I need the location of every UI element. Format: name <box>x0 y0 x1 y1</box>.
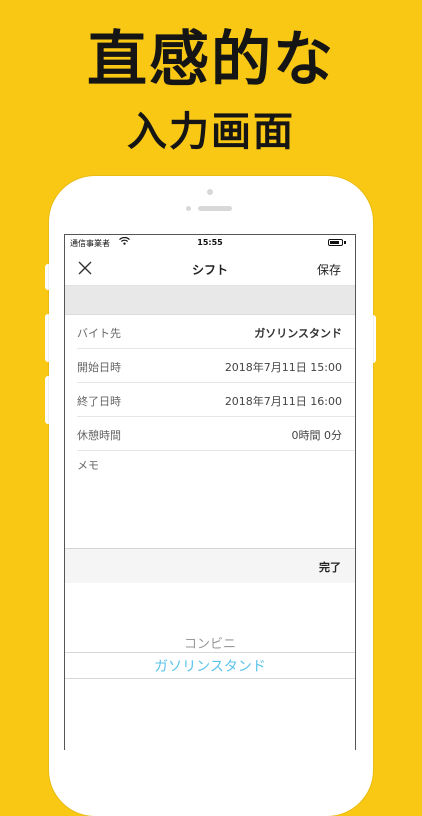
row-value: ガソリンスタンド <box>254 327 342 340</box>
app-screen: 通信事業者 15:55 シフト 保存 バイト先 ガソリンスタンド 開始日時 20… <box>64 234 356 750</box>
form-row-start-time[interactable]: 開始日時 2018年7月11日 15:00 <box>65 349 355 383</box>
status-bar: 通信事業者 15:55 <box>65 235 355 252</box>
page-title: シフト <box>191 263 228 277</box>
sensor-icon <box>186 206 191 211</box>
form-row-break-time[interactable]: 休憩時間 0時間 0分 <box>65 417 355 451</box>
section-spacer <box>65 286 355 315</box>
picker-toolbar: 完了 <box>65 548 355 583</box>
picker-option-selected[interactable]: ガソリンスタンド <box>65 656 355 676</box>
row-label: 開始日時 <box>77 361 121 374</box>
camera-icon <box>207 189 213 195</box>
row-divider <box>77 450 355 451</box>
form-row-workplace[interactable]: バイト先 ガソリンスタンド <box>65 315 355 349</box>
headline-line-1: 直感的な <box>87 25 335 95</box>
workplace-picker[interactable]: コンビニ ガソリンスタンド <box>65 583 355 750</box>
headline-line-2: 入力画面 <box>127 109 295 155</box>
row-label: 終了日時 <box>77 395 121 408</box>
row-label: 休憩時間 <box>77 429 121 442</box>
picker-selection-line <box>65 678 355 679</box>
navigation-bar: シフト 保存 <box>65 252 355 286</box>
picker-selection-line <box>65 652 355 653</box>
save-button[interactable]: 保存 <box>317 261 341 278</box>
status-time: 15:55 <box>197 238 223 247</box>
row-value: 2018年7月11日 15:00 <box>224 361 342 374</box>
battery-nub <box>344 241 346 244</box>
row-value: 0時間 0分 <box>291 429 343 442</box>
row-label: バイト先 <box>77 327 121 340</box>
picker-option[interactable]: コンビニ <box>65 633 355 652</box>
memo-field[interactable]: メモ <box>77 457 99 473</box>
done-button[interactable]: 完了 <box>319 559 341 575</box>
battery-icon <box>328 239 343 246</box>
row-value: 2018年7月11日 16:00 <box>224 395 342 408</box>
speaker-grille <box>198 206 232 211</box>
form-row-end-time[interactable]: 終了日時 2018年7月11日 16:00 <box>65 383 355 417</box>
